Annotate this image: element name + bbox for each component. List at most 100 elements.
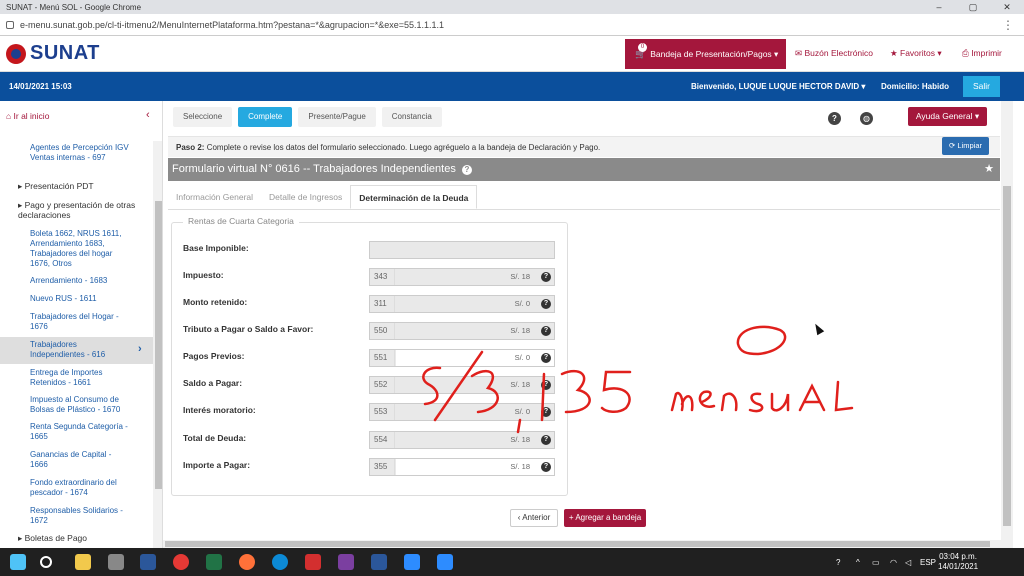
volume-icon[interactable]: ◁ [905,558,911,567]
maximize-icon[interactable]: ▢ [956,0,990,14]
sidebar-item[interactable]: Agentes de Percepción IGV Ventas interna… [30,143,130,163]
edge-icon[interactable] [272,554,288,570]
sidebar-scrollbar-thumb[interactable] [155,201,162,489]
tab-determinacion-deuda[interactable]: Determinación de la Deuda [350,185,478,209]
sidebar-item[interactable]: Fondo extraordinario del pescador - 1674 [30,478,130,498]
field-row-interes-moratorio: Interés moratorio: 553 S/. 0 ? [183,403,569,421]
favoritos-link[interactable]: ★ Favoritos ▾ [890,48,942,59]
sunat-logo[interactable]: SUNAT [6,42,100,65]
sidebar-item[interactable]: Boleta 1662, NRUS 1611, Arrendamiento 16… [30,229,130,269]
field-row-saldo-pagar: Saldo a Pagar: 552 S/. 18 ? [183,376,569,394]
word-icon-2[interactable] [371,554,387,570]
field-label: Saldo a Pagar: [183,378,243,388]
tab-divider [168,209,1000,210]
acrobat-icon[interactable] [305,554,321,570]
address-bar[interactable]: e-menu.sunat.gob.pe/cl-ti-itmenu2/MenuIn… [0,14,1024,36]
field-value[interactable]: S/. 0 [396,350,554,366]
agregar-bandeja-button[interactable]: + Agregar a bandeja [564,509,646,527]
zoom-icon-2[interactable] [437,554,453,570]
sidebar-item[interactable]: Arrendamiento - 1683 [30,276,130,286]
field-help-icon[interactable]: ? [541,407,551,417]
menu-dots-icon[interactable]: ⋮ [1002,18,1014,32]
sidebar-item[interactable]: Trabajadores del Hogar - 1676 [30,312,130,332]
session-datetime: 14/01/2021 15:03 [9,82,72,91]
field-help-icon[interactable]: ? [541,353,551,363]
zoom-icon[interactable] [404,554,420,570]
taskbar-clock[interactable]: 03:04 p.m. 14/01/2021 [938,552,978,572]
language-indicator[interactable]: ESP [920,558,936,567]
chevron-up-icon[interactable]: ^ [856,558,860,567]
network-icon[interactable]: ▭ [872,558,880,567]
buzon-link[interactable]: ✉ Buzón Electrónico [795,48,873,59]
field-help-icon[interactable]: ? [541,299,551,309]
tab-detalle-ingresos[interactable]: Detalle de Ingresos [261,185,350,209]
sidebar-section-pdt[interactable]: ▸ Presentación PDT [18,181,148,191]
windows-taskbar: ? ^ ▭ ◠ ◁ ESP 03:04 p.m. 14/01/2021 [0,548,1024,576]
plus-icon: + [568,513,574,522]
sidebar-item[interactable]: Impuesto al Consumo de Bolsas de Plástic… [30,395,130,415]
onenote-icon[interactable] [338,554,354,570]
step-complete[interactable]: Complete [238,107,293,127]
step-seleccione[interactable]: Seleccione [173,107,233,127]
globe-icon[interactable]: ◍ [860,112,873,125]
minimize-icon[interactable]: – [922,0,956,14]
word-icon[interactable] [140,554,156,570]
collapse-sidebar-icon[interactable]: ‹ [146,109,150,121]
field-code: 552 [370,377,395,393]
horizontal-scrollbar-thumb[interactable] [165,541,990,547]
field-value[interactable]: S/. 18 [396,459,554,475]
main-scrollbar-thumb[interactable] [1003,186,1011,526]
help-question-icon[interactable]: ? [828,112,841,125]
help-tray-icon[interactable]: ? [836,558,840,567]
sidebar-item[interactable]: Responsables Solidarios - 1672 [30,506,130,526]
excel-icon[interactable] [206,554,222,570]
step-constancia[interactable]: Constancia [381,107,442,127]
main-scrollbar[interactable] [1001,101,1013,548]
field-label: Impuesto: [183,270,224,280]
sidebar-item[interactable]: Nuevo RUS - 1611 [30,294,130,304]
close-icon[interactable]: ✕ [990,0,1024,14]
windows-start-icon[interactable] [10,554,26,570]
chrome-icon[interactable] [173,554,189,570]
search-icon[interactable] [40,556,52,568]
tab-informacion-general[interactable]: Información General [168,185,261,209]
chevron-left-icon: ‹ [517,513,521,522]
sidebar-item[interactable]: Ganancias de Capital - 1666 [30,450,130,470]
wifi-icon[interactable]: ◠ [890,558,897,567]
file-explorer-icon[interactable] [75,554,91,570]
field-help-icon[interactable]: ? [541,435,551,445]
sidebar-section-otras[interactable]: ▸ Pago y presentación de otras declaraci… [18,200,148,220]
salir-button[interactable]: Salir [963,76,1000,97]
firefox-icon[interactable] [239,554,255,570]
field-help-icon[interactable]: ? [541,462,551,472]
form-info-icon[interactable]: ? [461,165,472,175]
url-text[interactable]: e-menu.sunat.gob.pe/cl-ti-itmenu2/MenuIn… [20,20,444,30]
step-instructions-text: Complete o revise los datos del formular… [204,143,601,152]
pagos-previos-input[interactable]: 551 S/. 0 ? [369,349,555,367]
field-code: 311 [370,296,395,312]
step-presente-pague[interactable]: Presente/Pague [298,107,376,127]
step-instructions: Paso 2: Complete o revise los datos del … [168,136,1000,157]
bandeja-button[interactable]: 0 🛒 Bandeja de Presentación/Pagos ▾ [625,39,786,69]
ayuda-general-button[interactable]: Ayuda General ▾ [908,107,987,126]
sidebar-item[interactable]: Renta Segunda Categoría - 1665 [30,422,130,442]
field-row-importe-pagar: Importe a Pagar: 355 S/. 18 ? [183,458,569,476]
favorite-star-icon[interactable]: ★ [984,158,994,181]
sidebar-item[interactable]: Entrega de Importes Retenidos - 1661 [30,368,130,388]
field-label: Total de Deuda: [183,433,247,443]
anterior-button[interactable]: ‹ Anterior [510,509,558,527]
welcome-user-menu[interactable]: Bienvenido, LUQUE LUQUE HECTOR DAVID ▾ [691,82,865,91]
sidebar-section-boletas[interactable]: ▸ Boletas de Pago [18,533,148,543]
horizontal-scrollbar[interactable] [163,540,1001,548]
importe-pagar-input[interactable]: 355 S/. 18 ? [369,458,555,476]
home-link[interactable]: ⌂ Ir al inicio [6,111,49,121]
sidebar-item-trabajadores-independientes[interactable]: Trabajadores Independientes - 616 [30,340,130,360]
app-icon[interactable] [108,554,124,570]
imprimir-link[interactable]: ⎙ Imprimir [962,48,1002,59]
step-instructions-strong: Paso 2: [176,143,205,152]
limpiar-button[interactable]: ⟳ Limpiar [942,137,989,155]
field-help-icon[interactable]: ? [541,272,551,282]
field-help-icon[interactable]: ? [541,380,551,390]
printer-icon: ⎙ [962,48,969,58]
field-help-icon[interactable]: ? [541,326,551,336]
